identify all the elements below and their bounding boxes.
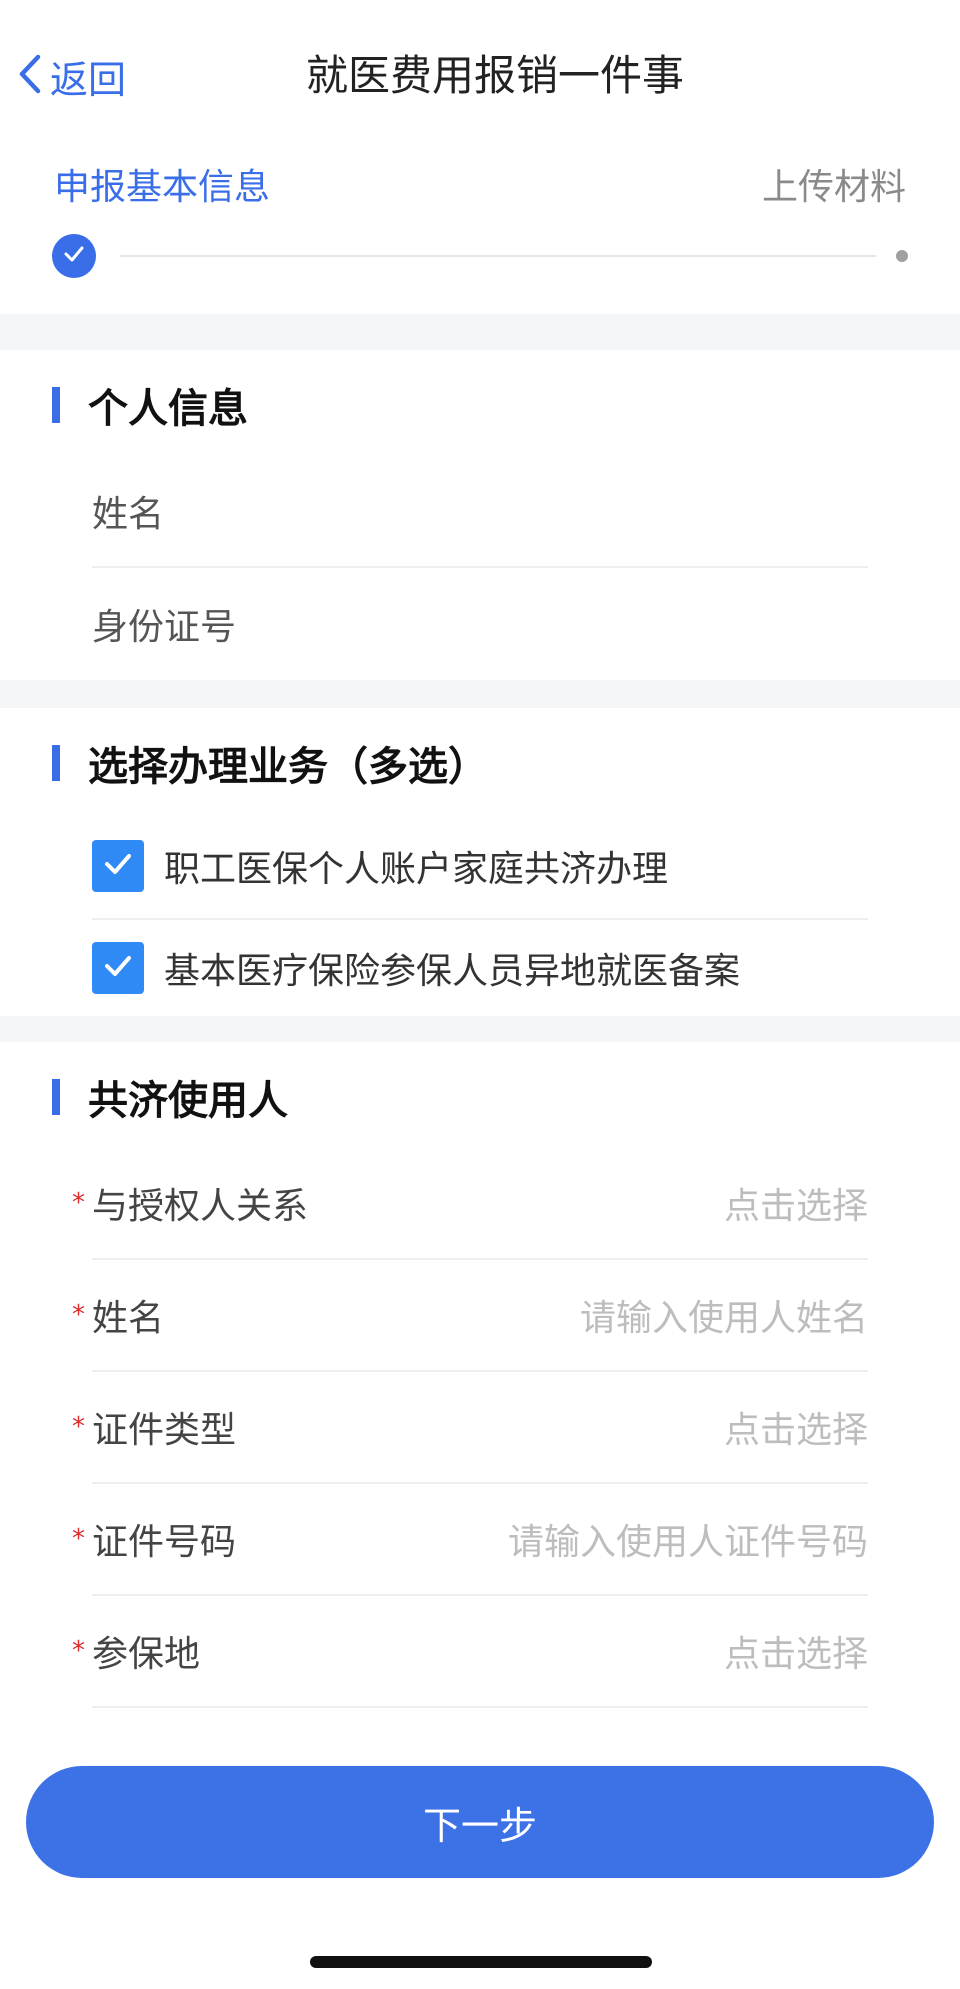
relationship-picker[interactable]: 点击选择 (724, 1177, 868, 1229)
id-number-field[interactable]: * 证件号码 请输入使用人证件号码 (72, 1484, 868, 1596)
page-title: 就医费用报销一件事 (306, 51, 682, 100)
id-type-picker[interactable]: 点击选择 (724, 1401, 868, 1453)
id-number-input[interactable]: 请输入使用人证件号码 (508, 1513, 868, 1565)
insured-place-field[interactable]: * 参保地 点击选择 (72, 1596, 868, 1708)
section-gap (0, 314, 960, 350)
business-option-remote-medical[interactable]: 基本医疗保险参保人员异地就医备案 (92, 920, 868, 1016)
relationship-field[interactable]: * 与授权人关系 点击选择 (72, 1148, 868, 1260)
co-user-name-field[interactable]: * 姓名 请输入使用人姓名 (72, 1260, 868, 1372)
personal-info-section: 个人信息 姓名 身份证号 (0, 350, 960, 680)
required-mark: * (72, 1412, 85, 1442)
personal-info-header: 个人信息 (52, 380, 248, 432)
page: 返回 就医费用报销一件事 申报基本信息 上传材料 个人信息 姓名 身份证号 选择… (0, 0, 960, 1989)
id-number-row[interactable]: 身份证号 (92, 568, 868, 680)
section-accent-bar (52, 387, 60, 423)
business-option-family-mutual-aid[interactable]: 职工医保个人账户家庭共济办理 (92, 814, 868, 920)
insured-place-picker[interactable]: 点击选择 (724, 1625, 868, 1677)
name-label: 姓名 (92, 494, 165, 535)
check-icon (100, 846, 136, 886)
section-title: 共济使用人 (88, 1078, 288, 1124)
check-icon (61, 241, 87, 271)
business-section: 选择办理业务（多选） 职工医保个人账户家庭共济办理 基本医疗保险参保人员异地就医… (0, 708, 960, 1016)
id-number-field-label: 证件号码 (92, 1522, 237, 1563)
section-gap (0, 1016, 960, 1042)
business-header: 选择办理业务（多选） (52, 738, 488, 790)
section-accent-bar (52, 745, 60, 781)
id-type-label: 证件类型 (92, 1410, 237, 1451)
relationship-label: 与授权人关系 (92, 1186, 309, 1227)
step-progress-line (120, 255, 876, 257)
back-button[interactable]: 返回 (14, 48, 126, 104)
step-indicator: 申报基本信息 上传材料 (0, 148, 960, 314)
co-user-section: 共济使用人 * 与授权人关系 点击选择 * 姓名 请输入使用人姓名 * 证件类型… (0, 1042, 960, 1732)
chevron-left-icon (14, 51, 48, 101)
required-mark: * (72, 1636, 85, 1666)
co-user-name-label: 姓名 (92, 1298, 165, 1339)
section-accent-bar (52, 1079, 60, 1115)
id-type-field[interactable]: * 证件类型 点击选择 (72, 1372, 868, 1484)
navbar: 返回 就医费用报销一件事 (0, 28, 960, 124)
step-label-upload: 上传材料 (761, 167, 906, 208)
name-row[interactable]: 姓名 (92, 456, 868, 568)
business-option-label: 基本医疗保险参保人员异地就医备案 (164, 951, 741, 992)
required-mark: * (72, 1524, 85, 1554)
check-icon (100, 948, 136, 988)
back-label: 返回 (50, 57, 127, 102)
checkbox-checked[interactable] (92, 840, 144, 892)
co-user-header: 共济使用人 (52, 1072, 288, 1124)
required-mark: * (72, 1300, 85, 1330)
required-mark: * (72, 1188, 85, 1218)
id-number-label: 身份证号 (92, 607, 237, 648)
checkbox-checked[interactable] (92, 942, 144, 994)
step-label-basic-info: 申报基本信息 (54, 167, 271, 208)
step-pending-marker (896, 250, 908, 262)
co-user-name-input[interactable]: 请输入使用人姓名 (580, 1289, 868, 1341)
section-title: 个人信息 (88, 386, 248, 432)
section-gap (0, 680, 960, 708)
home-indicator (310, 1956, 652, 1968)
step-done-marker (52, 234, 96, 278)
insured-place-label: 参保地 (92, 1634, 201, 1675)
section-title: 选择办理业务（多选） (88, 744, 488, 790)
business-option-label: 职工医保个人账户家庭共济办理 (164, 849, 669, 890)
next-step-button[interactable]: 下一步 (26, 1766, 934, 1878)
